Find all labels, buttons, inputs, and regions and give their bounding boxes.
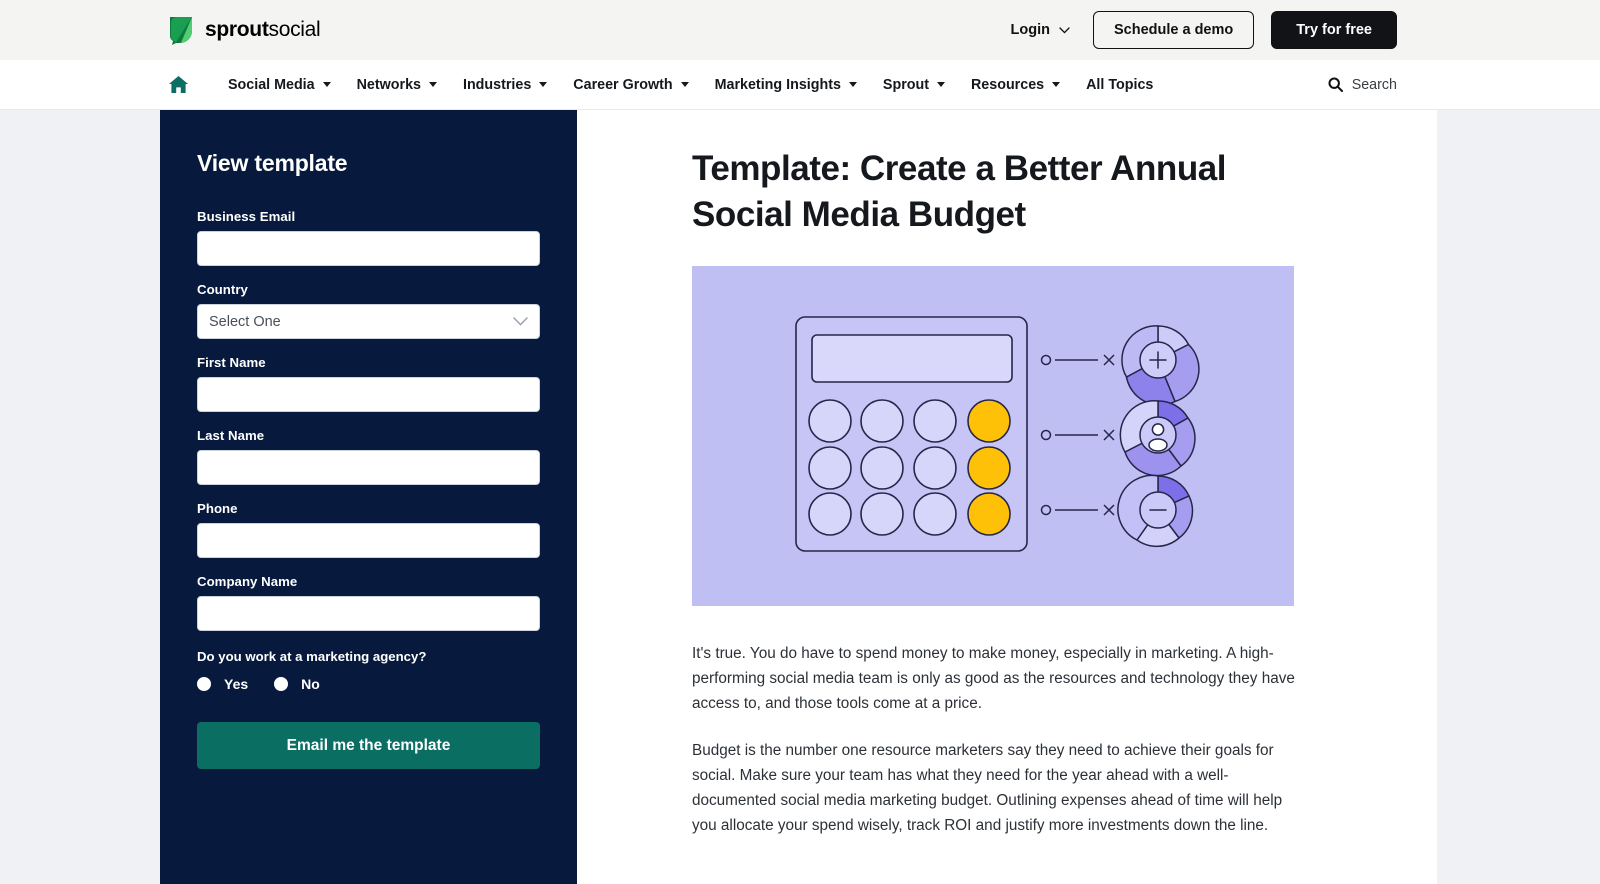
email-me-the-template-button[interactable]: Email me the template — [197, 722, 540, 769]
field-business-email: Business Email — [197, 209, 540, 266]
search-label: Search — [1351, 76, 1397, 93]
field-label: Phone — [197, 501, 238, 516]
field-label: First Name — [197, 355, 266, 370]
business-email-input[interactable] — [197, 231, 540, 266]
login-label: Login — [1010, 22, 1050, 38]
chevron-down-icon — [428, 82, 437, 87]
country-select[interactable]: Select One — [197, 304, 540, 339]
field-first-name: First Name — [197, 355, 540, 412]
nav-label: Networks — [356, 76, 421, 93]
nav-item-marketing-insights[interactable]: Marketing Insights — [702, 71, 870, 99]
login-menu[interactable]: Login — [1005, 18, 1076, 42]
page-body: View template Business Email Country Sel… — [0, 110, 1600, 884]
last-name-input[interactable] — [197, 450, 540, 485]
field-company-name: Company Name — [197, 574, 540, 631]
field-label: Company Name — [197, 574, 298, 589]
agency-question-label: Do you work at a marketing agency? — [197, 649, 427, 664]
nav-items: Social Media Networks Industries Career … — [168, 71, 1166, 99]
field-phone: Phone — [197, 501, 540, 558]
brand-wordmark: sproutsocial — [205, 18, 321, 42]
phone-input[interactable] — [197, 523, 540, 558]
country-select-wrapper: Select One — [197, 304, 540, 339]
article-content: Template: Create a Better Annual Social … — [577, 110, 1437, 884]
search-trigger[interactable]: Search — [1328, 77, 1397, 93]
radio-yes-label: Yes — [224, 676, 249, 692]
radio-no[interactable] — [274, 677, 289, 691]
nav-label: Social Media — [228, 76, 315, 93]
nav-item-all-topics[interactable]: All Topics — [1073, 71, 1166, 99]
nav-item-industries[interactable]: Industries — [450, 71, 560, 99]
radio-yes[interactable] — [197, 677, 211, 691]
nav-label: Marketing Insights — [714, 76, 841, 93]
search-icon — [1328, 77, 1343, 92]
body-paragraph-2: Budget is the number one resource market… — [692, 742, 1283, 834]
left-gutter — [0, 110, 160, 884]
chevron-down-icon — [1059, 26, 1070, 34]
field-last-name: Last Name — [197, 428, 540, 485]
nav-label: Sprout — [882, 76, 929, 93]
company-name-input[interactable] — [197, 596, 540, 631]
hero-illustration — [692, 266, 1294, 607]
agency-radio-group: Yes No — [197, 676, 540, 692]
nav-item-resources[interactable]: Resources — [958, 71, 1073, 99]
chevron-down-icon — [539, 82, 548, 87]
field-label: Country — [197, 282, 248, 297]
brand-logo[interactable]: sproutsocial — [168, 15, 321, 45]
nav-item-networks[interactable]: Networks — [344, 71, 450, 99]
field-country: Country Select One — [197, 282, 540, 339]
nav-item-social-media[interactable]: Social Media — [215, 71, 344, 99]
chevron-down-icon — [848, 82, 857, 87]
try-for-free-button[interactable]: Try for free — [1271, 11, 1397, 49]
main-navigation: Social Media Networks Industries Career … — [0, 60, 1600, 110]
top-bar-actions: Login Schedule a demo Try for free — [1005, 11, 1397, 49]
leaf-icon — [170, 17, 192, 45]
nav-item-career-growth[interactable]: Career Growth — [560, 71, 701, 99]
nav-label: Industries — [462, 76, 532, 93]
nav-label: Resources — [970, 76, 1045, 93]
nav-label: Career Growth — [573, 76, 673, 93]
first-name-input[interactable] — [197, 377, 540, 412]
lead-capture-form: View template Business Email Country Sel… — [160, 110, 577, 884]
calculator-and-donut-charts-illustration — [692, 266, 1294, 607]
nav-label: All Topics — [1086, 76, 1154, 93]
top-bar: sproutsocial Login Schedule a demo Try f… — [0, 0, 1600, 60]
chevron-down-icon — [936, 82, 945, 87]
radio-no-label: No — [301, 676, 320, 692]
page-title: Template: Create a Better Annual Social … — [692, 149, 1227, 235]
form-title: View template — [197, 150, 348, 176]
field-label: Last Name — [197, 428, 265, 443]
nav-item-sprout[interactable]: Sprout — [870, 71, 958, 99]
chevron-down-icon — [680, 82, 689, 87]
brand-bold: sprout — [205, 18, 269, 41]
schedule-demo-button[interactable]: Schedule a demo — [1092, 11, 1255, 49]
field-label: Business Email — [197, 209, 296, 224]
chevron-down-icon — [1052, 82, 1061, 87]
right-gutter — [1437, 110, 1600, 884]
home-icon[interactable] — [168, 75, 189, 94]
body-paragraph-1: It's true. You do have to spend money to… — [692, 645, 1295, 713]
chevron-down-icon — [322, 82, 331, 87]
country-select-value: Select One — [209, 313, 281, 330]
brand-light: social — [268, 18, 321, 41]
